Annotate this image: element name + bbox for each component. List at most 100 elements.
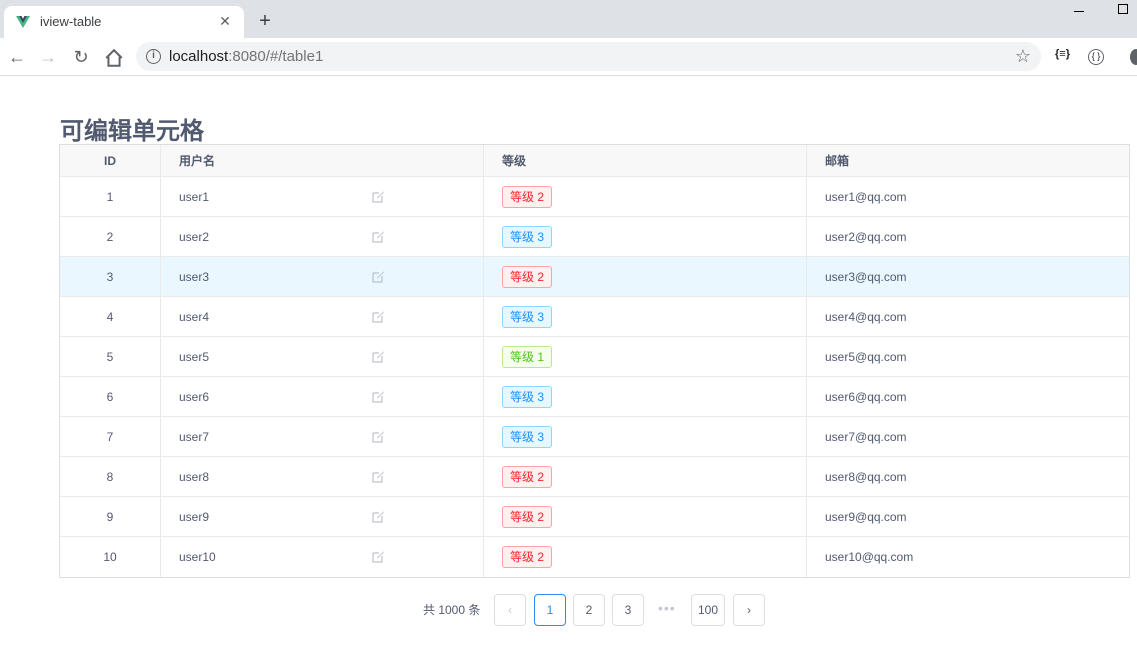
edit-icon[interactable] [372, 230, 385, 243]
edit-icon[interactable] [372, 470, 385, 483]
table-row[interactable]: 5 user5 等级 1 user5@qq.com [60, 337, 1129, 377]
cell-username[interactable]: user1 [161, 177, 484, 216]
cell-id: 3 [60, 257, 161, 296]
tab-title: iview-table [40, 14, 102, 29]
new-tab-button[interactable]: + [254, 10, 276, 32]
url-path: :8080/#/table1 [228, 48, 324, 65]
username-text: user6 [179, 389, 210, 404]
cell-username[interactable]: user5 [161, 337, 484, 376]
level-tag: 等级 1 [502, 345, 553, 368]
vue-logo-icon [16, 16, 30, 28]
cell-username[interactable]: user10 [161, 537, 484, 577]
profile-avatar-icon[interactable] [1130, 49, 1137, 65]
cell-email: user5@qq.com [825, 349, 907, 364]
cell-email: user3@qq.com [825, 269, 907, 284]
cell-level: 等级 3 [484, 417, 807, 456]
cell-level: 等级 3 [484, 217, 807, 256]
column-header-username[interactable]: 用户名 [161, 145, 484, 176]
column-header-level[interactable]: 等级 [484, 145, 807, 176]
pagination-total: 共 1000 条 [423, 603, 481, 617]
forward-arrow-icon[interactable]: → [38, 47, 58, 67]
page-title: 可编辑单元格 [60, 118, 204, 145]
level-tag: 等级 3 [502, 425, 553, 448]
pagination-ellipsis[interactable]: ••• [658, 600, 676, 616]
prev-page-button[interactable]: ‹ [494, 594, 526, 626]
table-row[interactable]: 8 user8 等级 2 user8@qq.com [60, 457, 1129, 497]
level-tag: 等级 2 [502, 546, 553, 568]
cell-level: 等级 2 [484, 257, 807, 296]
username-text: user8 [179, 469, 210, 484]
json-extension-icon[interactable]: {≡} [1055, 48, 1070, 60]
info-icon[interactable]: i [146, 49, 161, 64]
cell-id: 6 [60, 377, 161, 416]
column-header-id[interactable]: ID [60, 145, 161, 176]
back-arrow-icon[interactable]: ← [7, 47, 27, 67]
table-row[interactable]: 2 user2 等级 3 user2@qq.com [60, 217, 1129, 257]
cell-email: user1@qq.com [825, 189, 907, 204]
reload-icon[interactable]: ↻ [71, 47, 91, 67]
username-text: user1 [179, 189, 210, 204]
cell-email: user2@qq.com [825, 229, 907, 244]
window-minimize-button[interactable] [1072, 2, 1088, 18]
home-icon[interactable] [104, 48, 124, 68]
cell-id: 5 [60, 337, 161, 376]
username-text: user4 [179, 309, 210, 324]
cell-level: 等级 1 [484, 337, 807, 376]
column-header-email[interactable]: 邮箱 [807, 145, 1129, 176]
bookmark-star-icon[interactable]: ☆ [1015, 46, 1031, 67]
level-tag: 等级 3 [502, 385, 553, 408]
level-tag: 等级 2 [502, 185, 553, 208]
cell-username[interactable]: user4 [161, 297, 484, 336]
edit-icon[interactable] [372, 510, 385, 523]
page-1-button[interactable]: 1 [534, 594, 566, 626]
cell-username[interactable]: user3 [161, 257, 484, 296]
edit-icon[interactable] [372, 430, 385, 443]
data-table: ID 用户名 等级 邮箱 1 user1 等级 2 user1@qq.com 2… [59, 144, 1130, 578]
window-maximize-button[interactable] [1118, 4, 1128, 14]
table-row[interactable]: 4 user4 等级 3 user4@qq.com [60, 297, 1129, 337]
username-text: user3 [179, 269, 210, 284]
cell-username[interactable]: user7 [161, 417, 484, 456]
browser-tab-bar: iview-table ✕ + [0, 0, 1137, 38]
level-tag: 等级 2 [502, 465, 553, 488]
table-row[interactable]: 7 user7 等级 3 user7@qq.com [60, 417, 1129, 457]
cell-id: 9 [60, 497, 161, 536]
cell-level: 等级 2 [484, 537, 807, 577]
cell-id: 1 [60, 177, 161, 216]
cell-id: 10 [60, 537, 161, 577]
tab-close-icon[interactable]: ✕ [216, 12, 234, 30]
page-last-button[interactable]: 100 [691, 594, 726, 626]
cell-id: 7 [60, 417, 161, 456]
edit-icon[interactable] [372, 350, 385, 363]
url-text: localhost:8080/#/table1 [169, 48, 323, 65]
cell-username[interactable]: user2 [161, 217, 484, 256]
cell-username[interactable]: user6 [161, 377, 484, 416]
level-tag: 等级 3 [502, 225, 553, 248]
url-host: localhost [169, 48, 229, 65]
edit-icon[interactable] [372, 310, 385, 323]
cell-email: user6@qq.com [825, 389, 907, 404]
cell-level: 等级 3 [484, 297, 807, 336]
cell-username[interactable]: user9 [161, 497, 484, 536]
table-row[interactable]: 1 user1 等级 2 user1@qq.com [60, 177, 1129, 217]
cell-username[interactable]: user8 [161, 457, 484, 496]
browser-tab[interactable]: iview-table ✕ [4, 6, 244, 38]
cell-email: user8@qq.com [825, 469, 907, 484]
username-text: user10 [179, 550, 216, 564]
username-text: user9 [179, 509, 210, 524]
page-3-button[interactable]: 3 [612, 594, 644, 626]
table-row[interactable]: 6 user6 等级 3 user6@qq.com [60, 377, 1129, 417]
cell-id: 8 [60, 457, 161, 496]
table-row[interactable]: 9 user9 等级 2 user9@qq.com [60, 497, 1129, 537]
page-2-button[interactable]: 2 [573, 594, 605, 626]
next-page-button[interactable]: › [733, 594, 765, 626]
edit-icon[interactable] [372, 270, 385, 283]
extension-icon[interactable]: { } [1088, 49, 1104, 65]
edit-icon[interactable] [372, 390, 385, 403]
table-row[interactable]: 3 user3 等级 2 user3@qq.com [60, 257, 1129, 297]
cell-level: 等级 2 [484, 177, 807, 216]
table-row[interactable]: 10 user10 等级 2 user10@qq.com [60, 537, 1129, 577]
edit-icon[interactable] [372, 190, 385, 203]
address-bar[interactable]: i localhost:8080/#/table1 ☆ [136, 42, 1041, 71]
edit-icon[interactable] [372, 550, 385, 563]
